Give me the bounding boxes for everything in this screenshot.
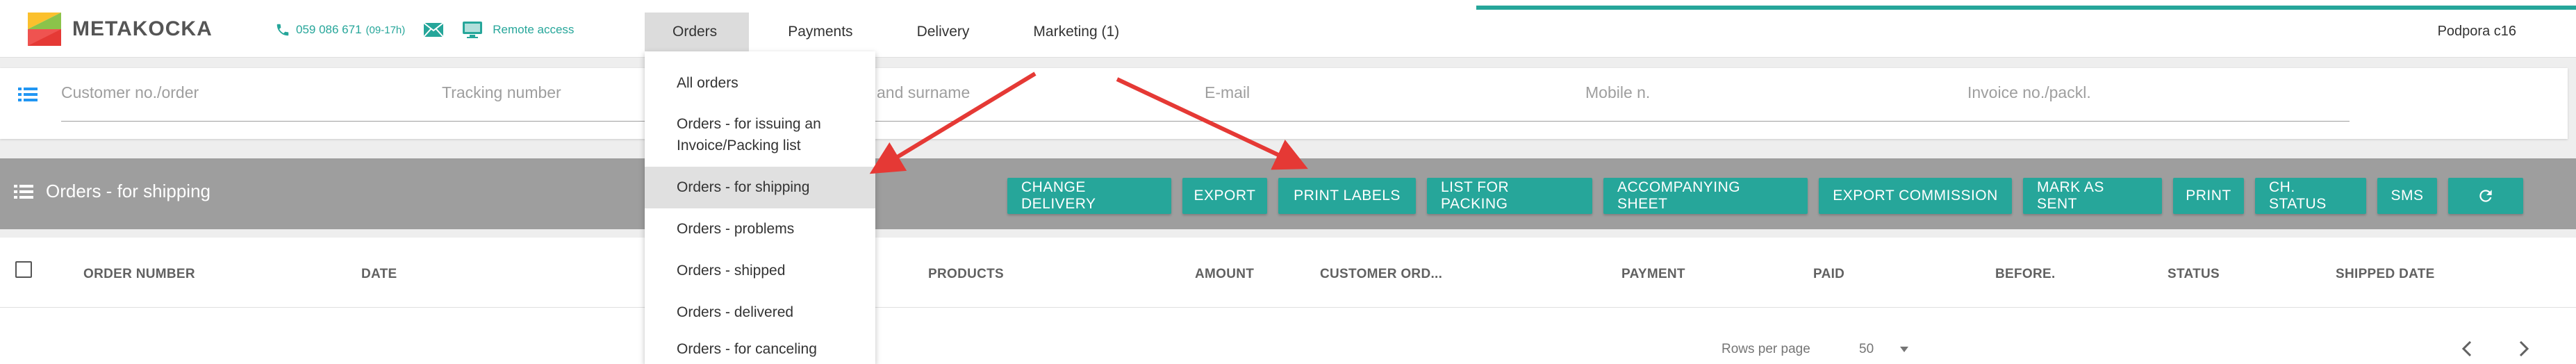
select-all-checkbox[interactable] xyxy=(15,261,32,278)
customer-order-filter[interactable]: Customer no./order xyxy=(61,83,199,102)
orders-title: Orders - for shipping xyxy=(14,181,210,202)
tracking-number-filter[interactable]: Tracking number xyxy=(442,83,561,102)
monitor-icon[interactable] xyxy=(462,21,483,39)
mobile-filter[interactable]: Mobile n. xyxy=(1585,83,1650,102)
col-status[interactable]: STATUS xyxy=(2168,267,2220,282)
orders-toolbar: CHANGE DELIVERY EXPORT PRINT LABELS LIST… xyxy=(1007,178,2523,214)
nav-orders[interactable]: Orders xyxy=(645,13,750,51)
menu-item-for-invoice[interactable]: Orders - for issuing an Invoice/Packing … xyxy=(645,104,875,167)
brand[interactable]: METAKOCKA xyxy=(25,11,213,47)
menu-item-shipped[interactable]: Orders - shipped xyxy=(645,250,875,292)
col-amount[interactable]: AMOUNT xyxy=(1195,267,1254,282)
menu-item-label: Orders - for canceling xyxy=(677,341,817,357)
menu-item-all-orders[interactable]: All orders xyxy=(645,63,875,104)
phone-number[interactable]: 059 086 671 xyxy=(296,23,362,37)
table-header: ORDER NUMBER DATE PRODUCTS AMOUNT CUSTOM… xyxy=(0,238,2576,308)
menu-item-for-shipping[interactable]: Orders - for shipping xyxy=(645,167,875,208)
filter-underline xyxy=(61,121,2350,122)
col-paid[interactable]: PAID xyxy=(1813,267,1844,282)
orders-table: ORDER NUMBER DATE PRODUCTS AMOUNT CUSTOM… xyxy=(0,238,2576,364)
col-payment[interactable]: PAYMENT xyxy=(1621,267,1685,282)
orders-title-text: Orders - for shipping xyxy=(46,181,210,201)
refresh-button[interactable] xyxy=(2448,178,2523,214)
menu-item-problems[interactable]: Orders - problems xyxy=(645,208,875,250)
orders-dropdown-menu: All orders Orders - for issuing an Invoi… xyxy=(645,51,875,364)
menu-item-label: Orders - shipped xyxy=(677,263,786,279)
list-for-packing-button[interactable]: LIST FOR PACKING xyxy=(1427,178,1592,214)
logo-icon xyxy=(28,13,61,46)
sms-button[interactable]: SMS xyxy=(2377,178,2437,214)
mail-icon[interactable] xyxy=(423,22,444,38)
menu-item-label: Orders - for shipping xyxy=(677,179,810,195)
export-commission-button[interactable]: EXPORT COMMISSION xyxy=(1819,178,2012,214)
brand-name: METAKOCKA xyxy=(72,17,213,40)
col-date[interactable]: DATE xyxy=(361,267,397,282)
col-order-number[interactable]: ORDER NUMBER xyxy=(83,267,195,282)
phone-hours: (09-17h) xyxy=(365,24,406,36)
accompanying-sheet-button[interactable]: ACCOMPANYING SHEET xyxy=(1603,178,1808,214)
nav-marketing[interactable]: Marketing (1) xyxy=(1001,13,1151,51)
nav-payments[interactable]: Payments xyxy=(749,13,884,51)
mark-as-sent-button[interactable]: MARK AS SENT xyxy=(2023,178,2162,214)
rows-per-page-label: Rows per page xyxy=(1722,342,1810,356)
chevron-right-icon[interactable] xyxy=(2518,339,2530,358)
dropdown-caret-icon[interactable] xyxy=(1899,346,1909,353)
menu-item-label-line2: Invoice/Packing list xyxy=(677,138,801,154)
menu-item-canceling[interactable]: Orders - for canceling xyxy=(645,333,875,364)
menu-item-label: All orders xyxy=(677,75,738,91)
chevron-left-icon[interactable] xyxy=(2461,339,2473,358)
export-button[interactable]: EXPORT xyxy=(1182,178,1267,214)
phone-icon xyxy=(275,22,290,38)
nav-delivery[interactable]: Delivery xyxy=(885,13,1002,51)
menu-item-delivered[interactable]: Orders - delivered xyxy=(645,292,875,333)
change-delivery-button[interactable]: CHANGE DELIVERY xyxy=(1007,178,1171,214)
menu-item-label: Orders - for issuing an xyxy=(677,116,821,132)
email-filter[interactable]: E-mail xyxy=(1205,83,1250,102)
contact-bar: 059 086 671 (09-17h) Remote access xyxy=(275,21,574,39)
loading-progress-bar xyxy=(1476,6,2576,10)
menu-item-label: Orders - delivered xyxy=(677,304,794,320)
menu-item-label: Orders - problems xyxy=(677,221,795,237)
print-labels-button[interactable]: PRINT LABELS xyxy=(1278,178,1416,214)
print-button[interactable]: PRINT xyxy=(2173,178,2244,214)
col-shipped-date[interactable]: SHIPPED DATE xyxy=(2336,267,2435,282)
col-products[interactable]: PRODUCTS xyxy=(928,267,1004,282)
rows-per-page-select[interactable]: 50 xyxy=(1859,342,1874,357)
name-surname-filter[interactable]: and surname xyxy=(877,83,970,102)
invoice-filter[interactable]: Invoice no./packl. xyxy=(1967,83,2091,102)
refresh-icon xyxy=(2479,190,2492,202)
orders-header-bar: Orders - for shipping CHANGE DELIVERY EX… xyxy=(0,158,2576,229)
remote-access-link[interactable]: Remote access xyxy=(493,23,574,37)
list-icon xyxy=(14,184,33,199)
main-nav: Orders Payments Delivery Marketing (1) xyxy=(645,13,1151,51)
user-menu[interactable]: Podpora c16 xyxy=(2438,24,2516,40)
top-navbar: METAKOCKA 059 086 671 (09-17h) Remote ac… xyxy=(0,0,2576,58)
filter-panel: Customer no./order Tracking number and s… xyxy=(0,68,2568,139)
change-status-button[interactable]: CH. STATUS xyxy=(2255,178,2366,214)
col-before[interactable]: BEFORE. xyxy=(1995,267,2056,282)
list-icon[interactable] xyxy=(18,86,38,106)
col-customer-order[interactable]: CUSTOMER ORD... xyxy=(1320,267,1442,282)
